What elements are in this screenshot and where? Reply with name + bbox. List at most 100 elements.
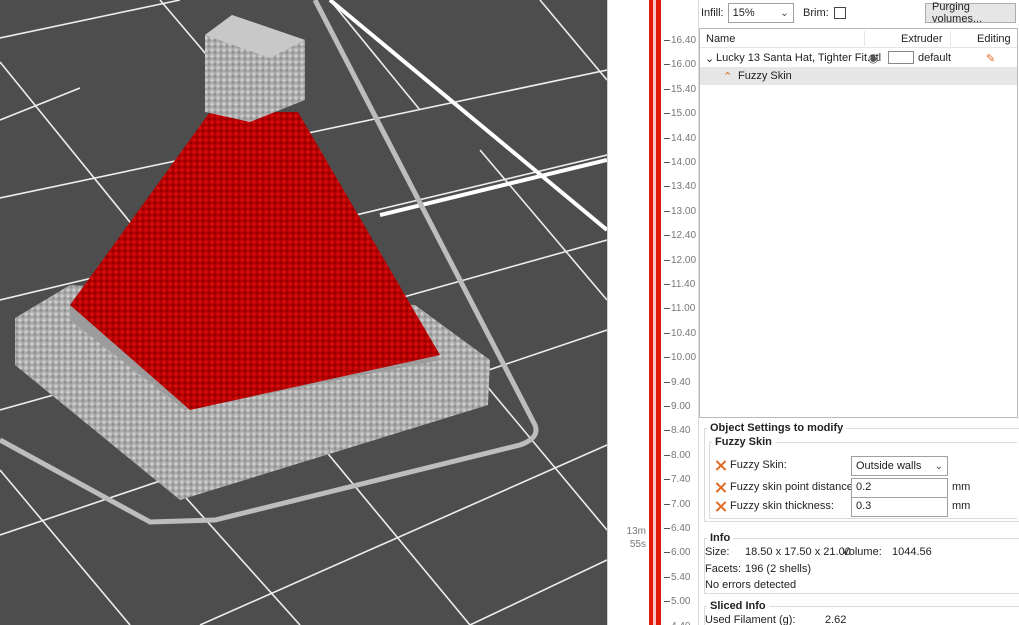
purging-volumes-button[interactable]: Purging volumes... bbox=[925, 1, 1016, 25]
slider-tick-label: 15.00 bbox=[671, 108, 697, 120]
slider-tick-label: 7.40 bbox=[671, 474, 691, 486]
filament-label: Used Filament (g): bbox=[705, 614, 796, 625]
slider-tick-label: 9.00 bbox=[671, 401, 691, 412]
3d-viewport[interactable] bbox=[0, 0, 607, 625]
size-value: 18.50 x 17.50 x 21.00 bbox=[745, 546, 851, 558]
fuzzy-skin-category: Fuzzy Skin bbox=[712, 436, 775, 448]
point-distance-input[interactable]: 0.2 bbox=[851, 478, 948, 498]
chevron-down-icon: ⌄ bbox=[934, 460, 943, 472]
modifier-name: Fuzzy Skin bbox=[738, 70, 792, 82]
thickness-unit: mm bbox=[952, 500, 971, 512]
slider-tick bbox=[664, 259, 670, 261]
slider-tick-label: 12.40 bbox=[671, 230, 697, 242]
settings-panel: Infill: 15% ⌄ Brim: Purging volumes... N… bbox=[698, 0, 1019, 625]
time-estimate-minutes: 13m bbox=[626, 526, 646, 537]
slider-tick-label: 13.40 bbox=[671, 181, 697, 193]
object-row[interactable]: ⌄ Lucky 13 Santa Hat, Tighter Fit.stl ◉ … bbox=[700, 49, 1017, 67]
slider-tick bbox=[664, 381, 670, 383]
fuzzy-skin-group: Fuzzy Skin Fuzzy Skin: Outside walls ⌄ F… bbox=[709, 436, 1017, 519]
time-estimate-seconds: 55s bbox=[629, 539, 646, 550]
errors-status: No errors detected bbox=[705, 579, 797, 591]
reset-x-icon[interactable] bbox=[715, 501, 726, 512]
slider-tick-label: 6.40 bbox=[671, 523, 691, 534]
fuzzy-skin-icon: ⌃ bbox=[723, 70, 733, 83]
slider-tick bbox=[664, 503, 670, 505]
slider-tick bbox=[664, 454, 670, 456]
reset-x-icon[interactable] bbox=[715, 482, 726, 493]
point-distance-label: Fuzzy skin point distance: bbox=[730, 481, 856, 493]
column-editing[interactable]: Editing bbox=[977, 33, 1011, 45]
slider-tick bbox=[664, 528, 670, 529]
slider-tick bbox=[664, 235, 670, 237]
slider-tick bbox=[664, 137, 670, 139]
slider-tick bbox=[664, 162, 670, 163]
slider-tick bbox=[664, 64, 670, 66]
object-list-header: Name Extruder Editing bbox=[700, 29, 1017, 48]
infill-value: 15% bbox=[732, 7, 755, 19]
slider-tick-label: 14.00 bbox=[671, 157, 697, 168]
size-label: Size: bbox=[705, 546, 730, 558]
fuzzy-skin-label: Fuzzy Skin: bbox=[730, 459, 787, 471]
print-bed-scene[interactable] bbox=[0, 0, 607, 625]
sliced-info-group: Sliced Info Used Filament (g): 2.62 bbox=[704, 600, 1019, 625]
reset-x-icon[interactable] bbox=[715, 460, 726, 471]
layer-slider[interactable] bbox=[649, 0, 661, 625]
info-title: Info bbox=[707, 532, 734, 544]
chevron-down-icon: ⌄ bbox=[780, 7, 789, 19]
slider-tick bbox=[664, 479, 670, 481]
object-name: Lucky 13 Santa Hat, Tighter Fit.stl bbox=[716, 52, 882, 64]
column-extruder[interactable]: Extruder bbox=[901, 33, 943, 45]
slider-tick bbox=[664, 113, 670, 115]
slider-tick-label: 14.40 bbox=[671, 132, 697, 144]
point-distance-unit: mm bbox=[952, 481, 971, 493]
slider-tick-label: 8.00 bbox=[671, 449, 691, 461]
fuzzy-skin-value: Outside walls bbox=[856, 460, 922, 472]
facets-value: 196 (2 shells) bbox=[745, 563, 812, 575]
eye-icon[interactable]: ◉ bbox=[868, 51, 878, 65]
slider-tick-label: 12.00 bbox=[671, 254, 697, 266]
slider-tick bbox=[664, 284, 670, 285]
slider-tick-label: 16.40 bbox=[671, 35, 697, 46]
thickness-input[interactable]: 0.3 bbox=[851, 497, 948, 517]
layer-slider-panel: 16.40 16.00 15.40 15.00 14.40 14.00 13.40 13.00… bbox=[607, 0, 698, 625]
slider-tick-label: 15.40 bbox=[671, 83, 697, 95]
fuzzy-skin-select[interactable]: Outside walls ⌄ bbox=[851, 456, 948, 476]
slider-tick-label: 10.00 bbox=[671, 352, 697, 364]
slider-tick bbox=[664, 210, 670, 212]
slider-tick-label: 4.40 bbox=[671, 621, 690, 625]
extruder-value: default bbox=[918, 52, 952, 64]
thickness-label: Fuzzy skin thickness: bbox=[730, 500, 834, 512]
brim-checkbox[interactable] bbox=[833, 7, 846, 19]
slider-tick bbox=[664, 332, 670, 334]
brim-label: Brim: bbox=[803, 7, 829, 19]
slider-tick-label: 8.40 bbox=[671, 425, 691, 437]
edit-icon[interactable]: ✎ bbox=[986, 52, 995, 65]
filament-value: 2.62 bbox=[825, 614, 847, 625]
slider-tick bbox=[664, 576, 670, 578]
slider-tick-label: 6.00 bbox=[671, 547, 691, 559]
slider-tick-label: 11.40 bbox=[671, 279, 696, 290]
slider-tick bbox=[664, 186, 670, 188]
sliced-info-title: Sliced Info bbox=[707, 600, 769, 612]
slider-tick-label: 13.00 bbox=[671, 205, 697, 217]
volume-label: Volume: bbox=[842, 546, 882, 558]
slider-tick bbox=[664, 601, 670, 603]
slider-tick bbox=[664, 40, 670, 41]
object-settings-title: Object Settings to modify bbox=[707, 422, 847, 434]
expand-chevron-icon[interactable]: ⌄ bbox=[705, 52, 714, 65]
extruder-color-swatch[interactable] bbox=[888, 51, 914, 64]
slider-tick-label: 9.40 bbox=[671, 376, 691, 388]
modifier-row[interactable]: ⌃ Fuzzy Skin bbox=[700, 67, 1017, 85]
slider-tick bbox=[664, 308, 670, 310]
slider-tick-label: 7.00 bbox=[671, 498, 691, 510]
infill-combo[interactable]: 15% ⌄ bbox=[727, 3, 794, 23]
slider-tick bbox=[664, 88, 670, 90]
infill-label: Infill: bbox=[701, 7, 724, 19]
info-group: Info Size: 18.50 x 17.50 x 21.00 Volume:… bbox=[704, 532, 1019, 594]
facets-label: Facets: bbox=[705, 563, 742, 575]
object-settings-group: Object Settings to modify Fuzzy Skin Fuz… bbox=[704, 422, 1019, 522]
object-list[interactable]: Name Extruder Editing ⌄ Lucky 13 Santa H… bbox=[699, 28, 1018, 418]
column-name[interactable]: Name bbox=[706, 33, 735, 45]
slider-tick-label: 5.40 bbox=[671, 571, 691, 583]
slider-tick-label: 16.00 bbox=[671, 59, 697, 71]
